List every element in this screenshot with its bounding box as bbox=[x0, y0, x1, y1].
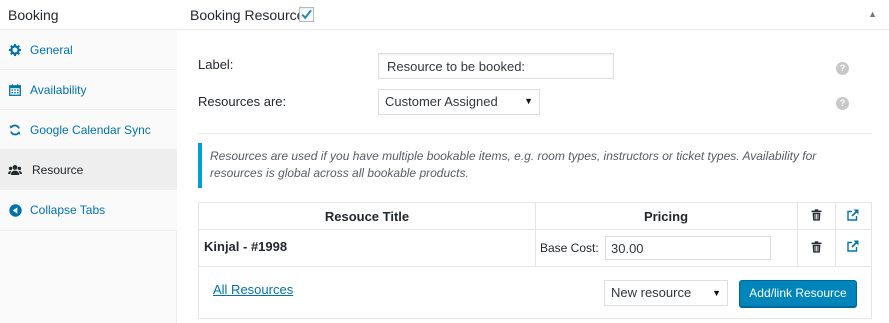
label-field-label: Label: bbox=[198, 57, 234, 72]
tab-list: General Availability Google Calendar Syn… bbox=[0, 30, 177, 231]
resources-are-label: Resources are: bbox=[198, 94, 287, 109]
tab-label: Resource bbox=[32, 162, 84, 177]
resources-are-select[interactable]: Customer Assigned ▼ bbox=[378, 89, 540, 115]
help-icon[interactable]: ? bbox=[836, 62, 849, 75]
column-divider bbox=[835, 203, 836, 267]
collapse-arrow-icon bbox=[8, 203, 22, 217]
tab-label: Availability bbox=[30, 82, 87, 97]
notice-text: Resources are used if you have multiple … bbox=[210, 149, 817, 180]
checkmark-icon bbox=[301, 9, 312, 20]
tab-resource[interactable]: Resource bbox=[0, 150, 177, 190]
tab-google-calendar-sync[interactable]: Google Calendar Sync bbox=[0, 110, 177, 150]
row-divider bbox=[199, 266, 871, 267]
dropdown-caret-icon: ▼ bbox=[524, 96, 533, 106]
tab-label: General bbox=[30, 42, 73, 57]
tab-availability[interactable]: Availability bbox=[0, 70, 177, 110]
trash-icon bbox=[811, 209, 822, 224]
booking-resource-checkbox[interactable] bbox=[299, 7, 314, 22]
column-divider bbox=[797, 203, 798, 267]
new-resource-value: New resource bbox=[611, 285, 692, 300]
label-input[interactable] bbox=[378, 53, 614, 79]
panel-header: Booking Resource: ▲ bbox=[177, 0, 889, 30]
sidebar-title: Booking bbox=[0, 0, 177, 30]
external-link-icon bbox=[847, 209, 859, 224]
external-link-icon[interactable] bbox=[847, 240, 859, 255]
base-cost-input[interactable] bbox=[605, 236, 771, 260]
column-header-title: Resouce Title bbox=[324, 209, 410, 224]
row-divider bbox=[199, 229, 871, 230]
tab-label: Collapse Tabs bbox=[30, 203, 106, 217]
tab-label: Google Calendar Sync bbox=[30, 122, 151, 137]
resources-are-value: Customer Assigned bbox=[385, 94, 498, 109]
gear-icon bbox=[8, 43, 22, 57]
info-notice: Resources are used if you have multiple … bbox=[198, 143, 872, 188]
sync-icon bbox=[8, 123, 22, 137]
all-resources-link[interactable]: All Resources bbox=[213, 282, 293, 297]
triangle-up-icon[interactable]: ▲ bbox=[868, 9, 877, 19]
resource-table: Resouce Title Pricing Kinjal - #1998 Bas… bbox=[198, 202, 872, 319]
new-resource-select[interactable]: New resource ▼ bbox=[604, 280, 728, 306]
tab-general[interactable]: General bbox=[0, 30, 177, 70]
sidebar: Booking General Availability Google Cale… bbox=[0, 0, 177, 323]
resource-title: Kinjal - #1998 bbox=[204, 239, 288, 254]
help-icon[interactable]: ? bbox=[836, 97, 849, 110]
dropdown-caret-icon: ▼ bbox=[712, 288, 721, 298]
base-cost-label: Base Cost: bbox=[540, 241, 599, 255]
panel-title: Booking Resource: bbox=[190, 7, 309, 23]
column-header-pricing: Pricing bbox=[643, 209, 689, 224]
add-link-resource-button[interactable]: Add/link Resource bbox=[739, 280, 857, 307]
users-icon bbox=[8, 163, 22, 177]
divider bbox=[198, 133, 872, 134]
tab-collapse-tabs[interactable]: Collapse Tabs bbox=[0, 190, 177, 230]
trash-icon[interactable] bbox=[811, 241, 822, 256]
calendar-icon bbox=[8, 83, 22, 97]
